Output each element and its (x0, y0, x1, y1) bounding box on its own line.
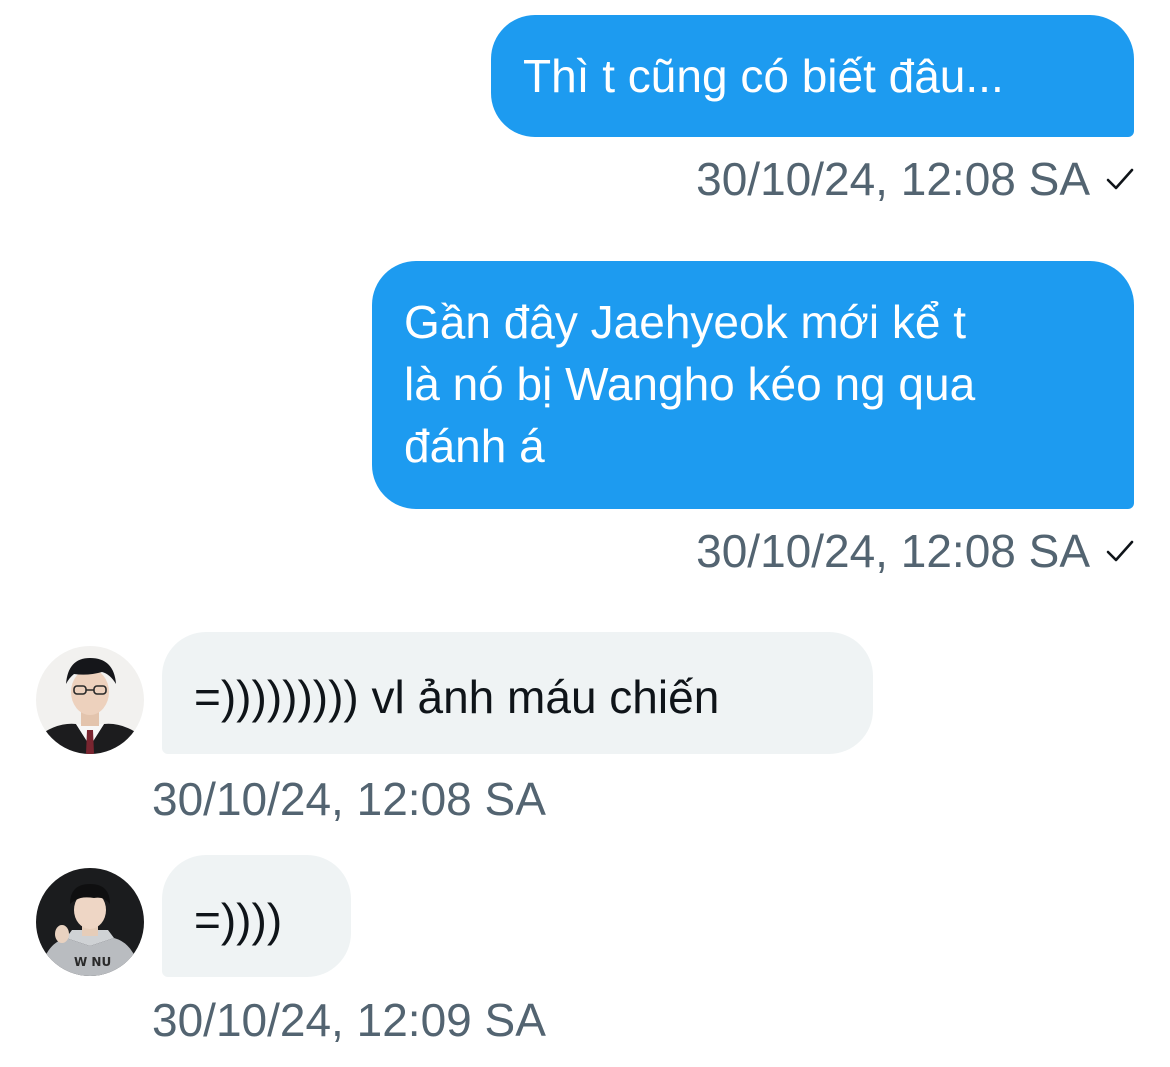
message-timestamp: 30/10/24, 12:08 SA (696, 525, 1090, 577)
message-timestamp: 30/10/24, 12:09 SA (152, 994, 546, 1046)
message-timestamp: 30/10/24, 12:08 SA (152, 773, 546, 825)
user-avatar[interactable]: W NU (36, 868, 144, 976)
user-avatar[interactable] (36, 646, 144, 754)
check-icon (1106, 168, 1134, 190)
message-bubble-incoming[interactable]: =))))))))) vl ảnh máu chiến (162, 632, 873, 754)
check-icon (1106, 540, 1134, 562)
message-bubble-outgoing[interactable]: Gần đây Jaehyeok mới kể t là nó bị Wangh… (372, 261, 1134, 509)
message-meta: 30/10/24, 12:08 SA (696, 152, 1136, 206)
avatar-image (36, 646, 144, 754)
message-bubble-outgoing[interactable]: Thì t cũng có biết đâu... (491, 15, 1134, 137)
avatar-image: W NU (36, 868, 144, 976)
svg-text:W NU: W NU (74, 955, 111, 969)
message-timestamp: 30/10/24, 12:08 SA (696, 153, 1090, 205)
message-bubble-incoming[interactable]: =)))) (162, 855, 351, 977)
message-meta: 30/10/24, 12:08 SA (696, 524, 1136, 578)
